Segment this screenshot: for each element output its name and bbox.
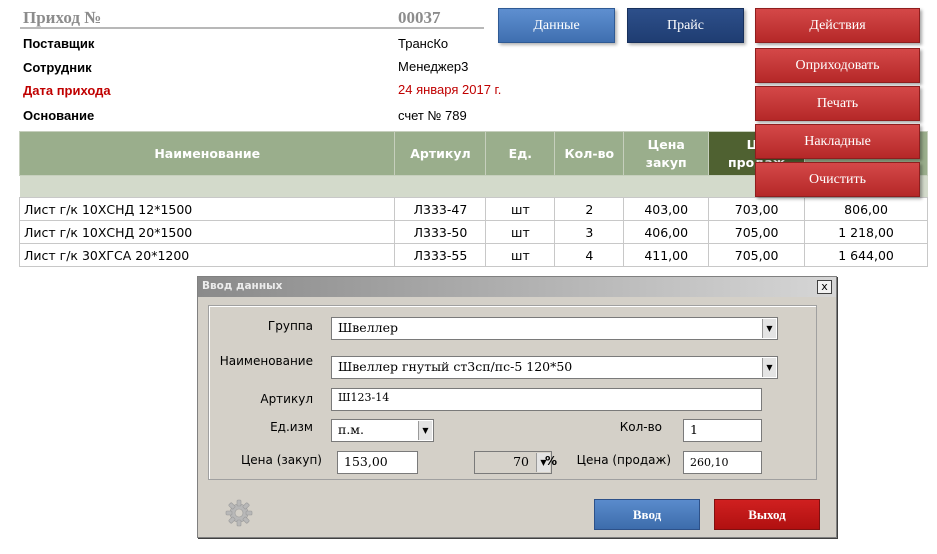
- cell-qty[interactable]: 2: [554, 197, 625, 221]
- dialog-title: Ввод данных: [198, 277, 836, 297]
- cell-name[interactable]: Лист г/к 30ХГСА 20*1200: [18, 243, 396, 267]
- actions-button[interactable]: Действия: [755, 8, 920, 43]
- basis-label: Основание: [23, 108, 95, 123]
- unit-label: Ед.изм: [270, 420, 313, 434]
- gear-icon[interactable]: [224, 498, 254, 528]
- close-icon[interactable]: x: [817, 280, 832, 294]
- menu-item-post[interactable]: Оприходовать: [755, 48, 920, 83]
- col-header-qty[interactable]: Кол-во: [554, 131, 625, 176]
- name-label: Наименование: [219, 354, 313, 368]
- doc-title: Приход №: [23, 8, 102, 27]
- cell-price-buy[interactable]: 403,00: [623, 197, 710, 221]
- menu-item-invoices[interactable]: Накладные: [755, 124, 920, 159]
- menu-item-clear[interactable]: Очистить: [755, 162, 920, 197]
- cell-unit[interactable]: шт: [485, 220, 556, 244]
- col-header-unit[interactable]: Ед.: [485, 131, 556, 176]
- markup-select[interactable]: 70 ▼: [474, 451, 552, 474]
- menu-item-print[interactable]: Печать: [755, 86, 920, 121]
- cell-price-buy[interactable]: 411,00: [623, 243, 710, 267]
- name-select[interactable]: Швеллер гнутый ст3сп/пс-5 120*50 ▼: [331, 356, 778, 379]
- date-value: 24 января 2017 г.: [398, 82, 502, 97]
- col-header-price-buy[interactable]: Цена закуп: [623, 131, 710, 176]
- cell-name[interactable]: Лист г/к 10ХСНД 20*1500: [18, 220, 396, 244]
- cell-sum[interactable]: 1 218,00: [804, 220, 928, 244]
- col-header-article[interactable]: Артикул: [394, 131, 487, 176]
- data-button[interactable]: Данные: [498, 8, 615, 43]
- price-list-button[interactable]: Прайс: [627, 8, 744, 43]
- article-field[interactable]: Ш123-14: [331, 388, 762, 411]
- supplier-value: ТрансКо: [398, 36, 449, 51]
- cell-price-sell[interactable]: 705,00: [708, 243, 806, 267]
- price-buy-label: Цена (закуп): [240, 453, 322, 467]
- cell-sum[interactable]: 1 644,00: [804, 243, 928, 267]
- markup-select-value: 70: [513, 454, 529, 469]
- percent-sign: %: [545, 454, 558, 468]
- cell-sum[interactable]: 806,00: [804, 197, 928, 221]
- supplier-label: Поставщик: [23, 36, 95, 51]
- chevron-down-icon[interactable]: ▼: [762, 319, 776, 338]
- article-label: Артикул: [260, 392, 313, 406]
- table-row[interactable]: Лист г/к 10ХСНД 20*1500 Л333-50 шт 3 406…: [18, 220, 928, 244]
- cell-price-sell[interactable]: 703,00: [708, 197, 806, 221]
- col-header-name[interactable]: Наименование: [18, 131, 396, 176]
- group-label: Группа: [267, 319, 313, 333]
- price-sell-label: Цена (продаж): [576, 453, 671, 467]
- data-entry-dialog: Ввод данных x Группа Швеллер ▼ Наименова…: [197, 276, 837, 538]
- chevron-down-icon[interactable]: ▼: [762, 358, 776, 377]
- basis-value: счет № 789: [398, 108, 467, 123]
- col-header-price-buy-line1: Цена: [647, 136, 685, 152]
- exit-button[interactable]: Выход: [714, 499, 820, 530]
- cell-article[interactable]: Л333-55: [394, 243, 487, 267]
- doc-number: 00037: [398, 8, 441, 27]
- col-header-price-buy-line2: закуп: [645, 154, 687, 170]
- employee-label: Сотрудник: [23, 60, 92, 75]
- group-select[interactable]: Швеллер ▼: [331, 317, 778, 340]
- cell-article[interactable]: Л333-50: [394, 220, 487, 244]
- cell-name[interactable]: Лист г/к 10ХСНД 12*1500: [18, 197, 396, 221]
- title-divider: [20, 27, 484, 29]
- table-row[interactable]: Лист г/к 30ХГСА 20*1200 Л333-55 шт 4 411…: [18, 243, 928, 267]
- employee-value: Менеджер3: [398, 59, 469, 74]
- price-sell-field[interactable]: 260,10: [683, 451, 762, 474]
- table-row[interactable]: Лист г/к 10ХСНД 12*1500 Л333-47 шт 2 403…: [18, 197, 928, 221]
- price-buy-field[interactable]: 153,00: [337, 451, 418, 474]
- cell-qty[interactable]: 4: [554, 243, 625, 267]
- enter-button[interactable]: Ввод: [594, 499, 700, 530]
- cell-price-buy[interactable]: 406,00: [623, 220, 710, 244]
- cell-unit[interactable]: шт: [485, 197, 556, 221]
- cell-article[interactable]: Л333-47: [394, 197, 487, 221]
- group-select-value: Швеллер: [338, 320, 398, 335]
- chevron-down-icon[interactable]: ▼: [418, 421, 432, 440]
- unit-select[interactable]: п.м. ▼: [331, 419, 434, 442]
- cell-unit[interactable]: шт: [485, 243, 556, 267]
- unit-select-value: п.м.: [338, 422, 365, 437]
- name-select-value: Швеллер гнутый ст3сп/пс-5 120*50: [338, 359, 573, 374]
- qty-label: Кол-во: [619, 420, 662, 434]
- qty-field[interactable]: 1: [683, 419, 762, 442]
- date-label: Дата прихода: [23, 83, 111, 98]
- cell-price-sell[interactable]: 705,00: [708, 220, 806, 244]
- cell-qty[interactable]: 3: [554, 220, 625, 244]
